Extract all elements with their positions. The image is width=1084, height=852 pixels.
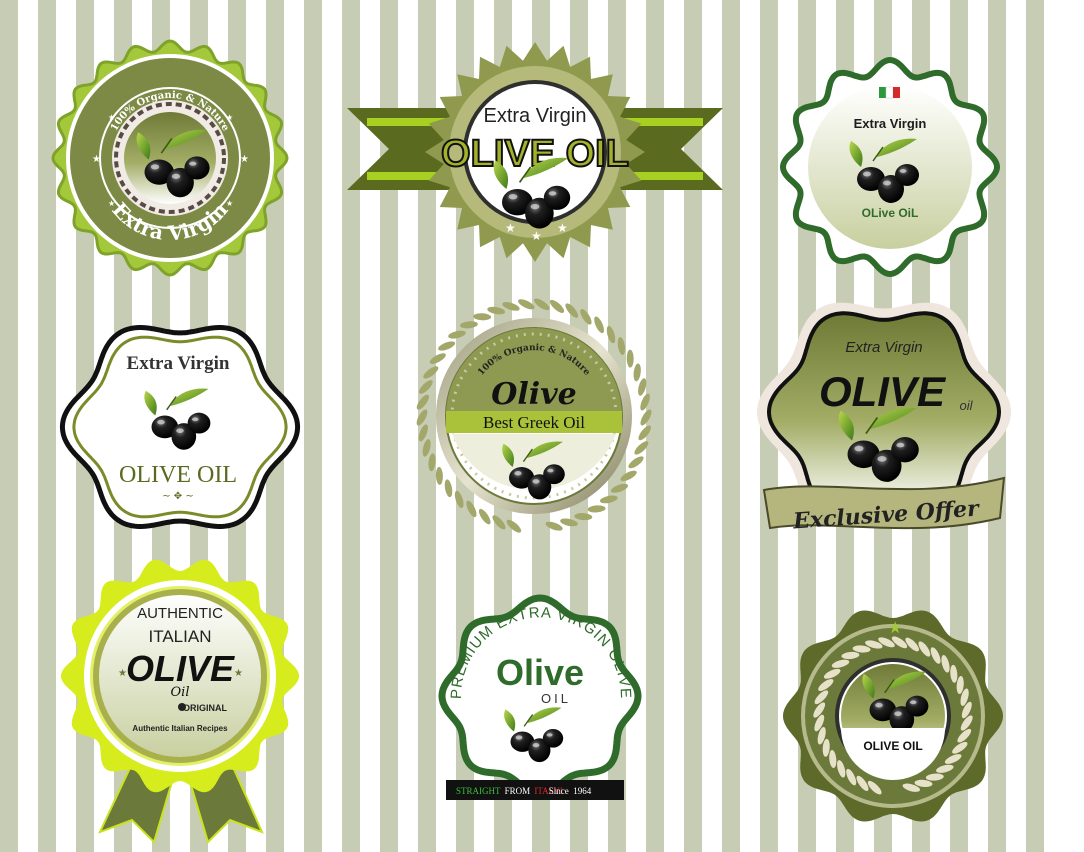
laurel-leaf [428, 453, 436, 472]
laurel-leaf [580, 308, 592, 325]
laurel-leaf [423, 366, 439, 379]
olive-title: Olive [496, 652, 584, 693]
badge-best-greek-oil: 100% Organic & Nature Olive Best Greek O… [400, 298, 670, 533]
laurel-leaf [416, 409, 428, 426]
olive-title: OLIVE [819, 368, 947, 415]
laurel-leaf [416, 394, 430, 410]
svg-text:★: ★ [226, 199, 233, 208]
laurel-leaf [448, 330, 466, 339]
laurel-leaf [640, 409, 652, 426]
laurel-leaf [422, 439, 431, 457]
laurel-leaf [518, 299, 535, 310]
badge-authentic-italian: ★ ★ AUTHENTIC ITALIAN OLIVE Oil ORIGINAL… [61, 558, 302, 844]
authentic-recipes-text: Authentic Italian Recipes [132, 724, 228, 733]
laurel-leaf [606, 325, 616, 344]
laurel-leaf [418, 380, 433, 394]
laurel-leaf [560, 518, 578, 527]
oil-script-text: Oil [171, 685, 190, 700]
laurel-leaf [459, 321, 478, 329]
oil-small-text: OIL [541, 691, 571, 706]
laurel-leaf [438, 341, 456, 351]
svg-text:★: ★ [888, 618, 902, 637]
laurel-leaf [492, 515, 506, 530]
olive-oil-label: OLive OiL [862, 206, 919, 220]
extra-virgin-text: Extra Virgin [483, 105, 586, 127]
italian-text: ITALIAN [149, 627, 212, 646]
laurel-leaf [617, 337, 626, 355]
best-greek-oil-band: Best Greek Oil [483, 413, 585, 432]
laurel-leaf [574, 513, 593, 521]
svg-text:★: ★ [557, 221, 568, 235]
laurel-leaf [634, 441, 649, 455]
original-text: ORIGINAL [183, 703, 228, 713]
svg-text:★: ★ [92, 154, 101, 165]
laurel-leaf [478, 508, 491, 525]
svg-text:~ ✥ ~: ~ ✥ ~ [162, 491, 194, 502]
laurel-leaf [626, 349, 634, 368]
badge-premium-extra-virgin: PREMIUM EXTRA VIRGIN OLIVE Olive OIL STR… [430, 592, 650, 807]
laurel-leaf [565, 303, 579, 318]
svg-text:★: ★ [505, 221, 516, 235]
laurel-leaf [638, 425, 651, 441]
badge-scalloped-olive-oil: Extra Virgin OLIVE OIL ~ ✥ ~ [59, 315, 301, 540]
laurel-leaf [549, 299, 565, 313]
svg-text:★: ★ [108, 199, 115, 208]
laurel-leaf [466, 500, 477, 518]
laurel-leaf [638, 378, 647, 396]
svg-text:★: ★ [234, 668, 243, 679]
extra-virgin-text: Extra Virgin [845, 339, 922, 356]
olive-oil-title: OLIVE OIL [119, 462, 237, 488]
svg-text:★: ★ [531, 229, 542, 243]
oil-small-text: oil [959, 398, 973, 413]
badge-laurel-olive-oil: ★ OLIVE OIL [780, 598, 1010, 828]
svg-text:★: ★ [226, 113, 233, 122]
laurel-leaf [628, 456, 644, 469]
laurel-leaf [599, 495, 618, 504]
laurel-leaf [444, 479, 453, 498]
laurel-leaf [610, 483, 629, 493]
straight-from-italy-strip: STRAIGHT FROM ITALY! [456, 786, 563, 796]
badge-olive-oil-ribbon: Extra Virgin OLIVE OIL ★ ★ ★ [345, 40, 725, 270]
badge-organic-extra-virgin: ★ ★ ★ ★ ★ ★ 100% Organic & Nature Extra … [50, 38, 290, 278]
svg-text:★: ★ [240, 154, 249, 165]
laurel-leaf [435, 466, 443, 485]
olive-script-title: Olive [491, 377, 576, 412]
laurel-leaf [587, 505, 606, 513]
extra-virgin-text: Extra Virgin [127, 353, 230, 374]
italy-flag-icon [879, 86, 900, 99]
badge-exclusive-offer: Extra Virgin OLIVE oil Exclusive Offer [757, 300, 1011, 555]
since-year-text: Since 1964 [549, 786, 592, 796]
laurel-leaf [454, 490, 464, 509]
laurel-leaf [429, 353, 446, 364]
laurel-leaf [473, 313, 492, 321]
laurel-leaf [633, 363, 641, 382]
olive-oil-label: OLIVE OIL [863, 739, 922, 753]
laurel-leaf [594, 316, 605, 334]
laurel-leaf [620, 470, 637, 482]
badge-italy-flag: Extra Virgin OLive OiL [775, 55, 1005, 280]
olive-title: OLIVE [126, 648, 235, 689]
extra-virgin-text: Extra Virgin [854, 116, 927, 131]
laurel-leaf [487, 306, 506, 315]
authentic-text: AUTHENTIC [137, 605, 223, 622]
